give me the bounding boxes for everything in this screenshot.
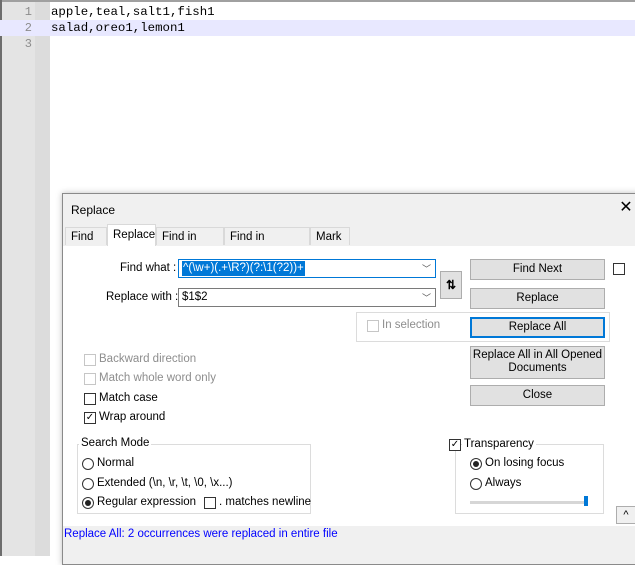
search-mode-title: Search Mode [79,437,152,449]
transparency-checkbox[interactable]: ✓ [449,439,461,451]
tab-find[interactable]: Find [65,227,107,245]
close-button[interactable]: Close [470,385,605,406]
replace-with-input[interactable]: $1$2 ﹀ [178,288,436,307]
replace-button[interactable]: Replace [470,288,605,309]
dot-matches-newline-label: . matches newline [219,496,312,508]
backward-direction-label: Backward direction [99,353,197,365]
in-selection-label: In selection [382,319,441,331]
find-next-button[interactable]: Find Next [470,259,605,280]
editor-left-border [0,0,2,556]
chevron-down-icon[interactable]: ﹀ [422,291,431,304]
dialog-title: Replace [71,203,116,217]
tab-mark[interactable]: Mark [310,227,350,245]
tab-find-in-projects[interactable]: Find in Projects [224,227,310,261]
backward-direction-checkbox[interactable] [84,354,96,366]
tab-find-in-files[interactable]: Find in Files [156,227,224,261]
editor-top-border [0,0,635,2]
line-text: salad,oreo1,lemon1 [51,21,185,35]
search-mode-extended-radio[interactable] [82,478,94,490]
transparency-slider-track[interactable] [470,501,586,504]
replace-dialog: Replace ✕ Find Replace Find in Files Fin… [62,193,635,565]
find-what-label: Find what : [120,262,177,274]
search-mode-regex-label: Regular expression [97,496,197,508]
match-whole-word-label: Match whole word only [99,372,216,384]
find-what-value: ^(\w+)(.+\R?)(?:\1(?2))+ [182,261,305,276]
search-mode-extended-label: Extended (\n, \r, \t, \0, \x...) [97,477,233,489]
editor-line-current[interactable]: 2 salad,oreo1,lemon1 [0,20,635,36]
find-next-option-checkbox[interactable] [613,263,625,275]
close-icon[interactable]: ✕ [617,199,635,217]
collapse-button[interactable]: ^ [616,506,635,524]
on-losing-focus-label: On losing focus [485,457,565,469]
in-selection-checkbox[interactable] [367,320,379,332]
match-case-label: Match case [99,392,158,404]
chevron-down-icon[interactable]: ﹀ [422,262,431,275]
on-losing-focus-radio[interactable] [470,458,482,470]
fold-margin [35,2,50,556]
swap-arrows-icon[interactable]: ⇅ [440,271,462,299]
dot-matches-newline-checkbox[interactable] [204,497,216,509]
match-case-checkbox[interactable] [84,393,96,405]
always-label: Always [485,477,522,489]
editor-line[interactable]: 1 apple,teal,salt1,fish1 [0,4,635,20]
line-number: 2 [24,21,32,35]
line-number: 3 [24,37,32,51]
always-radio[interactable] [470,478,482,490]
editor-line[interactable]: 3 [0,36,635,52]
wrap-around-checkbox[interactable]: ✓ [84,412,96,424]
line-number: 1 [24,5,32,19]
tab-replace[interactable]: Replace [107,224,156,246]
search-mode-regex-radio[interactable] [82,497,94,509]
line-text: apple,teal,salt1,fish1 [51,5,215,19]
search-mode-normal-radio[interactable] [82,458,94,470]
replace-all-opened-button[interactable]: Replace All in All Opened Documents [470,346,605,379]
wrap-around-label: Wrap around [99,411,166,423]
status-bar: Replace All: 2 occurrences were replaced… [64,528,338,540]
transparency-label: Transparency [462,438,536,450]
transparency-slider-thumb[interactable] [584,496,588,506]
match-whole-word-checkbox[interactable] [84,373,96,385]
find-what-input[interactable]: ^(\w+)(.+\R?)(?:\1(?2))+ ﹀ [178,259,436,278]
replace-with-value: $1$2 [182,291,208,303]
replace-with-label: Replace with : [106,291,179,303]
line-number-gutter [2,2,35,556]
search-mode-normal-label: Normal [97,457,135,469]
replace-all-button[interactable]: Replace All [470,317,605,338]
tab-strip: Find Replace Find in Files Find in Proje… [63,224,635,261]
